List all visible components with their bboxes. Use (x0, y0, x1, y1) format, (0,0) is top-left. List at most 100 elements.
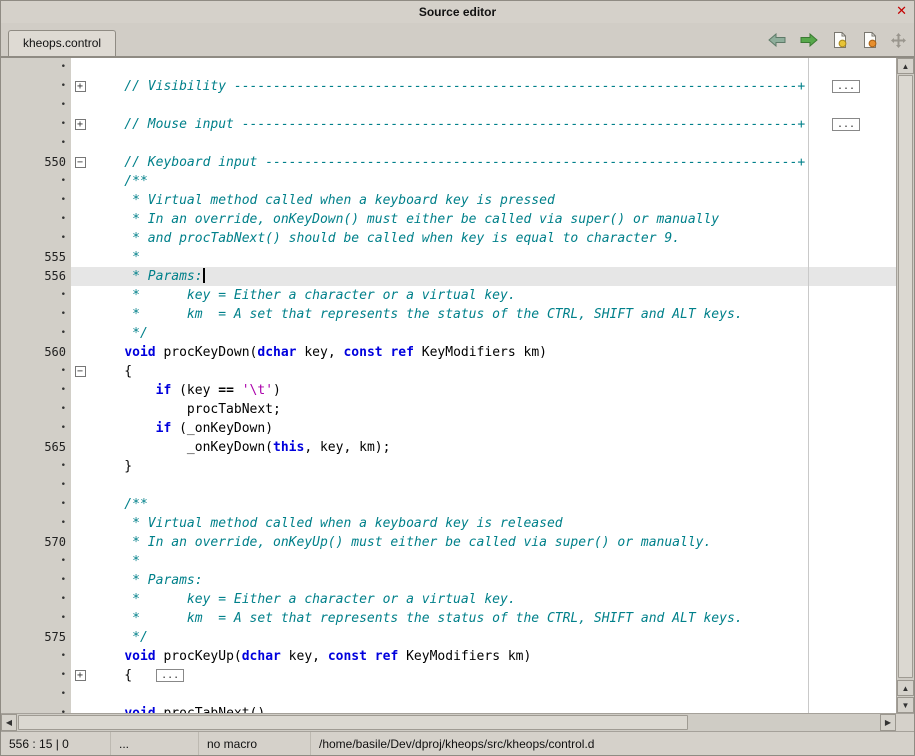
code-line[interactable]: • if (_onKeyDown) (1, 419, 896, 438)
code-text[interactable] (89, 476, 896, 495)
code-text[interactable] (89, 685, 896, 704)
code-text[interactable]: * Virtual method called when a keyboard … (89, 191, 896, 210)
code-text[interactable] (89, 96, 896, 115)
code-text[interactable]: } (89, 457, 896, 476)
code-line[interactable]: •− { (1, 362, 896, 381)
code-line[interactable]: • /** (1, 172, 896, 191)
code-line[interactable]: • void procKeyUp(dchar key, const ref Ke… (1, 647, 896, 666)
code-line[interactable]: 575 */ (1, 628, 896, 647)
fold-margin[interactable]: − (71, 362, 89, 381)
code-line[interactable]: • (1, 58, 896, 77)
save-document-as-icon[interactable] (861, 31, 879, 49)
code-text[interactable]: // Mouse input -------------------------… (89, 115, 896, 134)
code-line[interactable]: 570 * In an override, onKeyUp() must eit… (1, 533, 896, 552)
fold-collapsed-icon[interactable]: + (75, 119, 86, 130)
code-line[interactable]: • (1, 476, 896, 495)
fold-margin[interactable]: + (71, 666, 89, 685)
code-text[interactable]: // Visibility --------------------------… (89, 77, 896, 96)
code-text[interactable]: */ (89, 324, 896, 343)
code-text[interactable]: _onKeyDown(this, key, km); (89, 438, 896, 457)
scroll-down-button[interactable]: ▼ (897, 697, 914, 713)
detach-icon[interactable] (891, 33, 906, 48)
code-line[interactable]: • /** (1, 495, 896, 514)
code-line[interactable]: 565 _onKeyDown(this, key, km); (1, 438, 896, 457)
code-line[interactable]: 556 * Params: (1, 267, 896, 286)
code-text[interactable]: * and procTabNext() should be called whe… (89, 229, 896, 248)
code-text[interactable]: * In an override, onKeyUp() must either … (89, 533, 896, 552)
horizontal-scroll-thumb[interactable] (18, 715, 688, 730)
code-line[interactable]: 550− // Keyboard input -----------------… (1, 153, 896, 172)
code-line[interactable]: • } (1, 457, 896, 476)
fold-expanded-icon[interactable]: − (75, 366, 86, 377)
fold-ellipsis[interactable]: ... (832, 80, 860, 93)
fold-expanded-icon[interactable]: − (75, 157, 86, 168)
code-line[interactable]: • */ (1, 324, 896, 343)
fold-ellipsis[interactable]: ... (156, 669, 184, 682)
scroll-right-button[interactable]: ▶ (880, 714, 896, 731)
code-line[interactable]: • * In an override, onKeyDown() must eit… (1, 210, 896, 229)
code-line[interactable]: • procTabNext; (1, 400, 896, 419)
code-line[interactable]: • void procTabNext() (1, 704, 896, 713)
code-text[interactable]: */ (89, 628, 896, 647)
scroll-left-button[interactable]: ◀ (1, 714, 17, 731)
code-text[interactable]: * (89, 248, 896, 267)
fold-collapsed-icon[interactable]: + (75, 670, 86, 681)
code-text[interactable] (89, 58, 896, 77)
code-text[interactable]: * km = A set that represents the status … (89, 305, 896, 324)
code-text[interactable]: /** (89, 495, 896, 514)
vertical-scroll-thumb[interactable] (898, 75, 913, 678)
code-text[interactable]: * Params: (89, 571, 896, 590)
nav-forward-icon[interactable] (799, 33, 819, 47)
code-line[interactable]: • * key = Either a character or a virtua… (1, 286, 896, 305)
code-text[interactable]: void procKeyUp(dchar key, const ref KeyM… (89, 647, 896, 666)
code-line[interactable]: • (1, 685, 896, 704)
code-text[interactable]: if (key == '\t') (89, 381, 896, 400)
code-text[interactable]: void procKeyDown(dchar key, const ref Ke… (89, 343, 896, 362)
save-document-icon[interactable] (831, 31, 849, 49)
scroll-up-button-bottom[interactable]: ▲ (897, 680, 914, 696)
titlebar[interactable]: Source editor ✕ (1, 1, 914, 23)
tab-kheops-control[interactable]: kheops.control (8, 30, 116, 56)
fold-margin[interactable]: − (71, 153, 89, 172)
code-line[interactable]: •+ {... (1, 666, 896, 685)
code-line[interactable]: • * Params: (1, 571, 896, 590)
code-text[interactable]: {... (89, 666, 896, 685)
code-text[interactable]: * km = A set that represents the status … (89, 609, 896, 628)
code-text[interactable]: * key = Either a character or a virtual … (89, 590, 896, 609)
code-line[interactable]: • if (key == '\t') (1, 381, 896, 400)
code-text[interactable]: procTabNext; (89, 400, 896, 419)
code-line[interactable]: • * km = A set that represents the statu… (1, 305, 896, 324)
fold-margin[interactable]: + (71, 115, 89, 134)
code-line[interactable]: •+ // Visibility -----------------------… (1, 77, 896, 96)
code-line[interactable]: • * key = Either a character or a virtua… (1, 590, 896, 609)
code-text[interactable] (89, 134, 896, 153)
code-text[interactable]: // Keyboard input ----------------------… (89, 153, 896, 172)
code-line[interactable]: • * Virtual method called when a keyboar… (1, 514, 896, 533)
code-line[interactable]: • * (1, 552, 896, 571)
code-text[interactable]: * Virtual method called when a keyboard … (89, 514, 896, 533)
horizontal-scrollbar[interactable]: ◀ ▶ (1, 713, 896, 731)
code-line[interactable]: • * km = A set that represents the statu… (1, 609, 896, 628)
vertical-scrollbar[interactable]: ▲ ▲ ▼ (896, 58, 914, 713)
code-text[interactable]: * key = Either a character or a virtual … (89, 286, 896, 305)
close-icon[interactable]: ✕ (896, 4, 907, 18)
code-line[interactable]: •+ // Mouse input ----------------------… (1, 115, 896, 134)
code-line[interactable]: 555 * (1, 248, 896, 267)
code-text[interactable]: /** (89, 172, 896, 191)
fold-collapsed-icon[interactable]: + (75, 81, 86, 92)
code-text[interactable]: * In an override, onKeyDown() must eithe… (89, 210, 896, 229)
code-text[interactable]: { (89, 362, 896, 381)
code-line[interactable]: • (1, 96, 896, 115)
code-line[interactable]: • (1, 134, 896, 153)
code-text[interactable]: * (89, 552, 896, 571)
scroll-up-button[interactable]: ▲ (897, 58, 914, 74)
code-text[interactable]: * Params: (89, 267, 896, 286)
code-line[interactable]: • * and procTabNext() should be called w… (1, 229, 896, 248)
code-text[interactable]: void procTabNext() (89, 704, 896, 713)
fold-ellipsis[interactable]: ... (832, 118, 860, 131)
code-text[interactable]: if (_onKeyDown) (89, 419, 896, 438)
code-line[interactable]: • * Virtual method called when a keyboar… (1, 191, 896, 210)
fold-margin[interactable]: + (71, 77, 89, 96)
code-area[interactable]: ••+ // Visibility ----------------------… (1, 58, 896, 713)
code-line[interactable]: 560 void procKeyDown(dchar key, const re… (1, 343, 896, 362)
